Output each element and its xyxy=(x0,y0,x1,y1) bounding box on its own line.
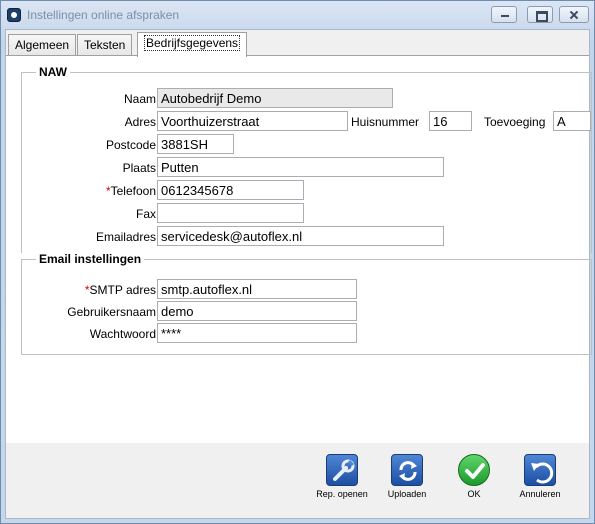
gebruikersnaam-label: Gebruikersnaam xyxy=(67,305,156,319)
ok-button[interactable]: OK xyxy=(444,454,504,499)
fax-field[interactable] xyxy=(157,203,304,223)
postcode-field[interactable] xyxy=(157,134,234,154)
smtp-label-text: SMTP adres xyxy=(89,283,156,297)
tab-strip: Algemeen Teksten Bedrijfsgegevens xyxy=(6,32,589,57)
tab-bedrijfsgegevens[interactable]: Bedrijfsgegevens xyxy=(137,32,248,57)
smtp-field[interactable] xyxy=(157,279,357,299)
wrench-icon xyxy=(326,454,358,486)
annuleren-button[interactable]: Annuleren xyxy=(510,454,570,499)
checkmark-icon xyxy=(458,454,490,486)
annuleren-label: Annuleren xyxy=(519,489,561,499)
gebruikersnaam-field[interactable] xyxy=(157,301,357,321)
wachtwoord-label: Wachtwoord xyxy=(89,327,156,341)
telefoon-field[interactable] xyxy=(157,180,304,200)
rep-openen-label: Rep. openen xyxy=(316,489,368,499)
ok-label: OK xyxy=(467,489,481,499)
tab-algemeen[interactable]: Algemeen xyxy=(8,34,77,56)
telefoon-label-text: Telefoon xyxy=(110,184,156,198)
huisnummer-field[interactable] xyxy=(429,111,472,131)
uploaden-label: Uploaden xyxy=(387,489,427,499)
undo-icon xyxy=(524,454,556,486)
minimize-button[interactable] xyxy=(491,6,517,23)
toevoeging-label: Toevoeging xyxy=(484,115,546,129)
naam-label: Naam xyxy=(123,92,156,106)
refresh-icon xyxy=(391,454,423,486)
tab-label: Algemeen xyxy=(15,38,70,52)
app-icon xyxy=(7,8,21,22)
naw-legend: NAW xyxy=(36,65,70,79)
adres-field[interactable] xyxy=(157,111,348,131)
tab-teksten[interactable]: Teksten xyxy=(77,34,133,56)
huisnummer-label: Huisnummer xyxy=(351,115,420,129)
telefoon-label: *Telefoon xyxy=(106,184,156,198)
plaats-field[interactable] xyxy=(157,157,444,177)
tab-label: Teksten xyxy=(84,38,126,52)
title-bar: Instellingen online afspraken xyxy=(1,1,594,29)
emailadres-label: Emailadres xyxy=(95,230,156,244)
uploaden-button[interactable]: Uploaden xyxy=(377,454,437,499)
action-bar: Rep. openen Uploaden OK Annuleren xyxy=(6,444,589,518)
rep-openen-button[interactable]: Rep. openen xyxy=(312,454,372,499)
email-settings-legend: Email instellingen xyxy=(36,252,145,266)
fax-label: Fax xyxy=(135,207,156,221)
toevoeging-field[interactable] xyxy=(553,111,591,131)
wachtwoord-field[interactable] xyxy=(157,323,357,343)
close-button[interactable] xyxy=(559,6,589,23)
window-title: Instellingen online afspraken xyxy=(27,8,180,22)
plaats-label: Plaats xyxy=(122,161,156,175)
tab-label: Bedrijfsgegevens xyxy=(144,35,241,51)
naam-field[interactable] xyxy=(157,88,393,108)
adres-label: Adres xyxy=(124,115,156,129)
client-area: Algemeen Teksten Bedrijfsgegevens NAW Na… xyxy=(5,29,592,519)
settings-window: Instellingen online afspraken Algemeen T… xyxy=(0,0,595,524)
postcode-label: Postcode xyxy=(105,138,156,152)
smtp-label: *SMTP adres xyxy=(85,283,156,297)
emailadres-field[interactable] xyxy=(157,226,444,246)
tab-panel-bedrijfsgegevens: NAW Naam Adres Huisnummer Toevoeging Pos… xyxy=(6,55,592,443)
maximize-button[interactable] xyxy=(527,6,553,23)
